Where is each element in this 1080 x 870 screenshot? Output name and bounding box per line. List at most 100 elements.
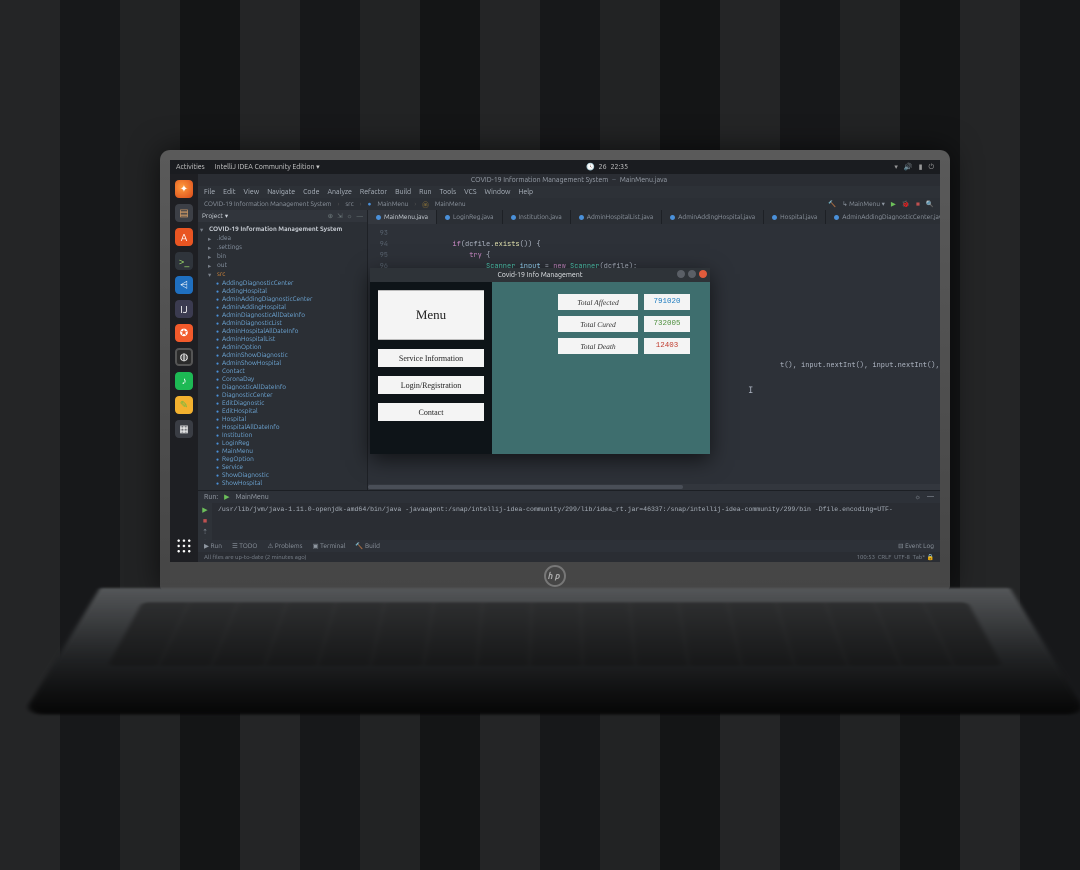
caret-position[interactable]: 100:53: [857, 554, 875, 561]
stop-icon[interactable]: ■: [916, 201, 920, 208]
line-separator[interactable]: CRLF: [878, 554, 892, 561]
menu-file[interactable]: File: [204, 188, 215, 196]
menu-refactor[interactable]: Refactor: [360, 188, 387, 196]
event-log-button[interactable]: ⊟ Event Log: [898, 542, 934, 550]
debug-icon[interactable]: 🐞: [902, 200, 910, 208]
tree-class[interactable]: HospitalAllDateInfo: [216, 424, 280, 431]
editor-tab[interactable]: Institution.java: [503, 210, 571, 224]
menu-analyze[interactable]: Analyze: [327, 188, 351, 196]
tree-folder[interactable]: .settings: [217, 244, 242, 251]
tree-class[interactable]: ShowHospital: [216, 480, 262, 487]
editor-tab[interactable]: AdminAddingHospital.java: [662, 210, 764, 224]
brave-icon[interactable]: ✪: [175, 324, 193, 342]
tree-folder[interactable]: out: [217, 262, 227, 269]
contact-button[interactable]: Contact: [378, 403, 484, 421]
tree-class[interactable]: Hospital: [216, 416, 246, 423]
tree-class[interactable]: ShowDiagnostic: [216, 472, 269, 479]
show-applications-icon[interactable]: [176, 538, 192, 554]
tree-class[interactable]: AdminDiagnosticAllDateInfo: [216, 312, 305, 319]
obs-icon[interactable]: ◍: [175, 348, 193, 366]
tree-folder[interactable]: bin: [217, 253, 226, 260]
menu-build[interactable]: Build: [395, 188, 411, 196]
editor-tab[interactable]: LoginReg.java: [437, 210, 503, 224]
tree-class[interactable]: CoronaDay: [216, 376, 254, 383]
menu-vcs[interactable]: VCS: [464, 188, 476, 196]
run-tool-button[interactable]: ▶ Run: [204, 542, 222, 550]
select-opened-file-icon[interactable]: ⊕: [328, 212, 333, 220]
editor-tab[interactable]: AdminHospitalList.java: [571, 210, 662, 224]
tree-class[interactable]: AdminDiagnosticList: [216, 320, 282, 327]
tree-class[interactable]: Service: [216, 464, 243, 471]
tree-folder[interactable]: .idea: [217, 235, 231, 242]
tree-class[interactable]: AdminAddingDiagnosticCenter: [216, 296, 312, 303]
stop-run-icon[interactable]: ■: [203, 517, 207, 525]
firefox-icon[interactable]: ✦: [175, 180, 193, 198]
menu-run[interactable]: Run: [419, 188, 431, 196]
project-view-selector[interactable]: Project: [202, 212, 228, 220]
app-indicator[interactable]: IntelliJ IDEA Community Edition ▾: [215, 163, 320, 171]
expand-all-icon[interactable]: ⇲: [337, 212, 342, 220]
swing-title-bar[interactable]: Covid-19 Info Management: [370, 268, 710, 282]
crumb-project[interactable]: COVID-19 Information Management System: [204, 201, 332, 208]
notes-icon[interactable]: ✎: [175, 396, 193, 414]
tree-root[interactable]: COVID-19 Information Management System: [209, 226, 342, 233]
terminal-icon[interactable]: >_: [175, 252, 193, 270]
editor-tab[interactable]: Hospital.java: [764, 210, 826, 224]
menu-view[interactable]: View: [244, 188, 260, 196]
run-config-selector[interactable]: ↳ MainMenu ▾: [842, 200, 885, 208]
tree-class[interactable]: AdminAddingHospital: [216, 304, 286, 311]
window-maximize-icon[interactable]: [688, 270, 696, 278]
crumb-class[interactable]: MainMenu: [377, 201, 408, 208]
system-tray[interactable]: ▾ 🔊 ▮ ⏻: [894, 163, 934, 172]
run-up-icon[interactable]: ⇡: [202, 528, 208, 536]
tree-class[interactable]: RegOption: [216, 456, 254, 463]
tree-class[interactable]: Institution: [216, 432, 252, 439]
editor-tab[interactable]: AdminAddingDiagnosticCenter.java: [826, 210, 940, 224]
login-registration-button[interactable]: Login/Registration: [378, 376, 484, 394]
run-settings-icon[interactable]: ☼: [915, 493, 921, 501]
menu-code[interactable]: Code: [303, 188, 319, 196]
rerun-icon[interactable]: ▶: [202, 506, 207, 514]
menu-window[interactable]: Window: [485, 188, 511, 196]
crumb-src[interactable]: src: [345, 201, 353, 208]
problems-tool-button[interactable]: ⚠ Problems: [267, 542, 302, 550]
hide-icon[interactable]: —: [357, 213, 363, 220]
tree-class[interactable]: AddingDiagnosticCenter: [216, 280, 294, 287]
tree-class[interactable]: DiagnosticAllDateInfo: [216, 384, 286, 391]
tree-class[interactable]: AddingHospital: [216, 288, 267, 295]
software-store-icon[interactable]: A: [175, 228, 193, 246]
files-icon[interactable]: ▤: [175, 204, 193, 222]
tree-class[interactable]: LoginReg: [216, 440, 250, 447]
activities-button[interactable]: Activities: [176, 163, 205, 171]
tree-class[interactable]: DiagnosticCenter: [216, 392, 273, 399]
menu-edit[interactable]: Edit: [223, 188, 235, 196]
editor-tab[interactable]: MainMenu.java: [368, 210, 437, 224]
tree-src-folder[interactable]: src: [217, 271, 225, 278]
tree-class[interactable]: MainMenu: [216, 448, 253, 455]
window-close-icon[interactable]: [699, 270, 707, 278]
search-everywhere-icon[interactable]: 🔍: [926, 200, 934, 208]
project-tree[interactable]: ▾COVID-19 Information Management System …: [198, 222, 367, 490]
tree-class[interactable]: AdminHospitalList: [216, 336, 275, 343]
build-icon[interactable]: 🔨: [828, 200, 836, 208]
vscode-icon[interactable]: ⩤: [175, 276, 193, 294]
collapse-all-icon[interactable]: ☼: [347, 213, 353, 220]
readonly-lock-icon[interactable]: 🔒: [927, 554, 934, 561]
tree-class[interactable]: Contact: [216, 368, 245, 375]
tree-class[interactable]: AdminHospitalAllDateInfo: [216, 328, 298, 335]
service-information-button[interactable]: Service Information: [378, 349, 484, 367]
file-encoding[interactable]: UTF-8: [894, 554, 910, 561]
tree-class[interactable]: EditDiagnostic: [216, 400, 264, 407]
run-hide-icon[interactable]: —: [927, 493, 934, 501]
menu-tools[interactable]: Tools: [440, 188, 457, 196]
menu-help[interactable]: Help: [518, 188, 533, 196]
build-tool-button[interactable]: 🔨 Build: [355, 542, 380, 550]
run-icon[interactable]: ▶: [891, 200, 896, 208]
tree-class[interactable]: AdminShowDiagnostic: [216, 352, 288, 359]
window-minimize-icon[interactable]: [677, 270, 685, 278]
terminal-tool-button[interactable]: ▣ Terminal: [312, 542, 345, 550]
tree-class[interactable]: EditHospital: [216, 408, 258, 415]
todo-tool-button[interactable]: ☰ TODO: [232, 542, 258, 550]
clock[interactable]: 🕓 26 22:35: [586, 163, 628, 171]
run-output[interactable]: /usr/lib/jvm/java-1.11.0-openjdk-amd64/b…: [212, 503, 940, 516]
